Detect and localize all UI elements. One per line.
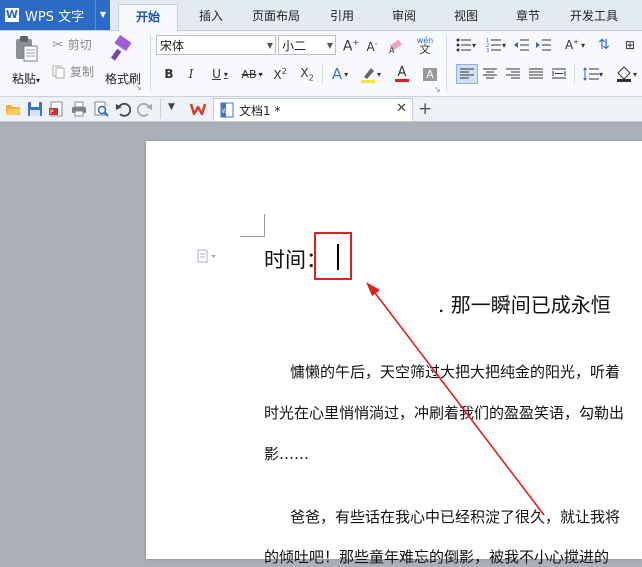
annotation-arrow bbox=[366, 282, 545, 516]
annotation-arrow-line bbox=[371, 288, 545, 516]
arrow-head-icon bbox=[366, 282, 380, 296]
